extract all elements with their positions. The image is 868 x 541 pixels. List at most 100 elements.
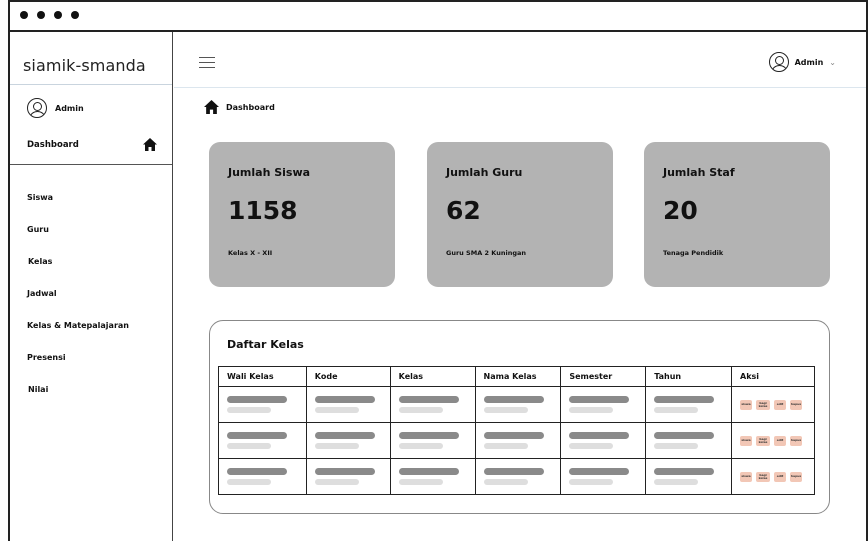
action-button-edit[interactable]: edit bbox=[774, 399, 787, 410]
placeholder-bar bbox=[654, 432, 715, 439]
stat-card-siswa: Jumlah Siswa 1158 Kelas X - XII bbox=[209, 142, 395, 287]
sidebar-item-dashboard[interactable]: Dashboard bbox=[27, 138, 157, 151]
sidebar-user[interactable]: Admin bbox=[27, 98, 84, 118]
placeholder-bar bbox=[227, 407, 271, 413]
table-cell bbox=[560, 422, 647, 459]
sidebar-item-nilai[interactable]: Nilai bbox=[27, 384, 129, 416]
action-button-siswa[interactable]: siswa bbox=[740, 399, 753, 410]
action-button-edit[interactable]: edit bbox=[774, 471, 787, 482]
action-button-edit[interactable]: edit bbox=[774, 435, 787, 446]
row-actions: siswa bagi kelas edit hapus bbox=[740, 471, 806, 482]
table-row: siswa bagi kelas edit hapus bbox=[218, 422, 815, 459]
placeholder-bar bbox=[654, 407, 699, 413]
placeholder-bar bbox=[314, 432, 375, 439]
placeholder-bar bbox=[314, 468, 375, 475]
column-header: Semester bbox=[560, 366, 647, 387]
chevron-down-icon: ⌄ bbox=[829, 57, 836, 67]
breadcrumb-label: Dashboard bbox=[226, 102, 275, 112]
placeholder-bar bbox=[483, 407, 528, 413]
placeholder-bar bbox=[227, 396, 287, 403]
table-cell bbox=[389, 422, 476, 459]
breadcrumb: Dashboard bbox=[204, 100, 275, 114]
table-cell bbox=[474, 386, 562, 423]
action-button-siswa[interactable]: siswa bbox=[740, 471, 753, 482]
placeholder-bar bbox=[398, 407, 443, 413]
sidebar-item-siswa[interactable]: Siswa bbox=[27, 192, 129, 224]
placeholder-bar bbox=[227, 432, 287, 439]
table-cell bbox=[645, 458, 733, 495]
action-button-bagi-kelas[interactable]: bagi kelas bbox=[756, 399, 771, 410]
action-button-bagi-kelas[interactable]: bagi kelas bbox=[756, 471, 771, 482]
column-header: Nama Kelas bbox=[474, 366, 562, 387]
placeholder-bar bbox=[569, 396, 630, 403]
window-dot[interactable] bbox=[37, 11, 45, 19]
placeholder-bar bbox=[483, 396, 544, 403]
sidebar-item-jadwal[interactable]: Jadwal bbox=[27, 288, 129, 320]
class-list-panel: Daftar Kelas Wali Kelas Kode Kelas Nama … bbox=[209, 320, 830, 514]
sidebar-item-presensi[interactable]: Presensi bbox=[27, 352, 129, 384]
window-dot[interactable] bbox=[71, 11, 79, 19]
table-cell bbox=[474, 458, 562, 495]
table-cell-actions: siswa bagi kelas edit hapus bbox=[731, 386, 815, 423]
placeholder-bar bbox=[398, 443, 443, 449]
sidebar-item-kelas-matepalajaran[interactable]: Kelas & Matepalajaran bbox=[27, 320, 129, 352]
window-dot[interactable] bbox=[54, 11, 62, 19]
action-button-bagi-kelas[interactable]: bagi kelas bbox=[756, 435, 771, 446]
sidebar-item-label: Dashboard bbox=[27, 139, 79, 150]
table-cell bbox=[218, 386, 307, 423]
sidebar-item-kelas[interactable]: Kelas bbox=[27, 256, 129, 288]
user-avatar-icon bbox=[27, 98, 47, 118]
column-header: Tahun bbox=[645, 366, 733, 387]
sidebar: siamik-smanda Admin Dashboard Siswa Guru… bbox=[10, 32, 173, 541]
text-placeholder bbox=[654, 396, 723, 413]
column-header: Aksi bbox=[731, 366, 815, 387]
class-table: Wali Kelas Kode Kelas Nama Kelas Semeste… bbox=[218, 366, 815, 495]
table-cell bbox=[305, 386, 391, 423]
action-button-hapus[interactable]: hapus bbox=[790, 435, 803, 446]
placeholder-bar bbox=[483, 443, 528, 449]
window-dot[interactable] bbox=[20, 11, 28, 19]
action-button-siswa[interactable]: siswa bbox=[740, 435, 753, 446]
placeholder-bar bbox=[569, 479, 614, 485]
card-subtitle: Guru SMA 2 Kuningan bbox=[446, 249, 526, 257]
table-row: siswa bagi kelas edit hapus bbox=[218, 458, 815, 495]
card-title: Jumlah Staf bbox=[663, 166, 735, 179]
hamburger-menu-icon[interactable] bbox=[199, 57, 215, 68]
main-content: Admin ⌄ Dashboard Jumlah Siswa 1158 Kela… bbox=[174, 32, 866, 541]
placeholder-bar bbox=[569, 432, 630, 439]
text-placeholder bbox=[569, 468, 637, 485]
placeholder-bar bbox=[654, 396, 715, 403]
text-placeholder bbox=[569, 396, 637, 413]
placeholder-bar bbox=[314, 479, 359, 485]
row-actions: siswa bagi kelas edit hapus bbox=[740, 435, 806, 446]
placeholder-bar bbox=[398, 432, 459, 439]
header-user-menu[interactable]: Admin ⌄ bbox=[768, 52, 836, 72]
sidebar-item-guru[interactable]: Guru bbox=[27, 224, 129, 256]
brand-divider bbox=[10, 84, 172, 85]
placeholder-bar bbox=[569, 468, 630, 475]
column-header: Kode bbox=[305, 366, 391, 387]
placeholder-bar bbox=[483, 468, 544, 475]
card-title: Jumlah Siswa bbox=[228, 166, 311, 179]
text-placeholder bbox=[654, 432, 723, 449]
window-controls bbox=[20, 11, 79, 19]
text-placeholder bbox=[314, 468, 382, 485]
header-user-label: Admin bbox=[794, 57, 824, 67]
table-cell bbox=[305, 458, 391, 495]
text-placeholder bbox=[483, 468, 553, 485]
home-icon bbox=[204, 100, 219, 114]
text-placeholder bbox=[483, 432, 553, 449]
card-subtitle: Kelas X - XII bbox=[228, 249, 273, 257]
action-button-hapus[interactable]: hapus bbox=[790, 399, 803, 410]
placeholder-bar bbox=[654, 479, 699, 485]
placeholder-bar bbox=[654, 443, 699, 449]
placeholder-bar bbox=[654, 468, 715, 475]
table-cell-actions: siswa bagi kelas edit hapus bbox=[731, 458, 815, 495]
text-placeholder bbox=[569, 432, 637, 449]
brand-title: siamik-smanda bbox=[23, 56, 146, 75]
user-avatar-icon bbox=[768, 52, 789, 72]
row-actions: siswa bagi kelas edit hapus bbox=[740, 399, 806, 410]
action-button-hapus[interactable]: hapus bbox=[790, 471, 803, 482]
text-placeholder bbox=[398, 468, 467, 485]
card-value: 62 bbox=[446, 196, 481, 225]
